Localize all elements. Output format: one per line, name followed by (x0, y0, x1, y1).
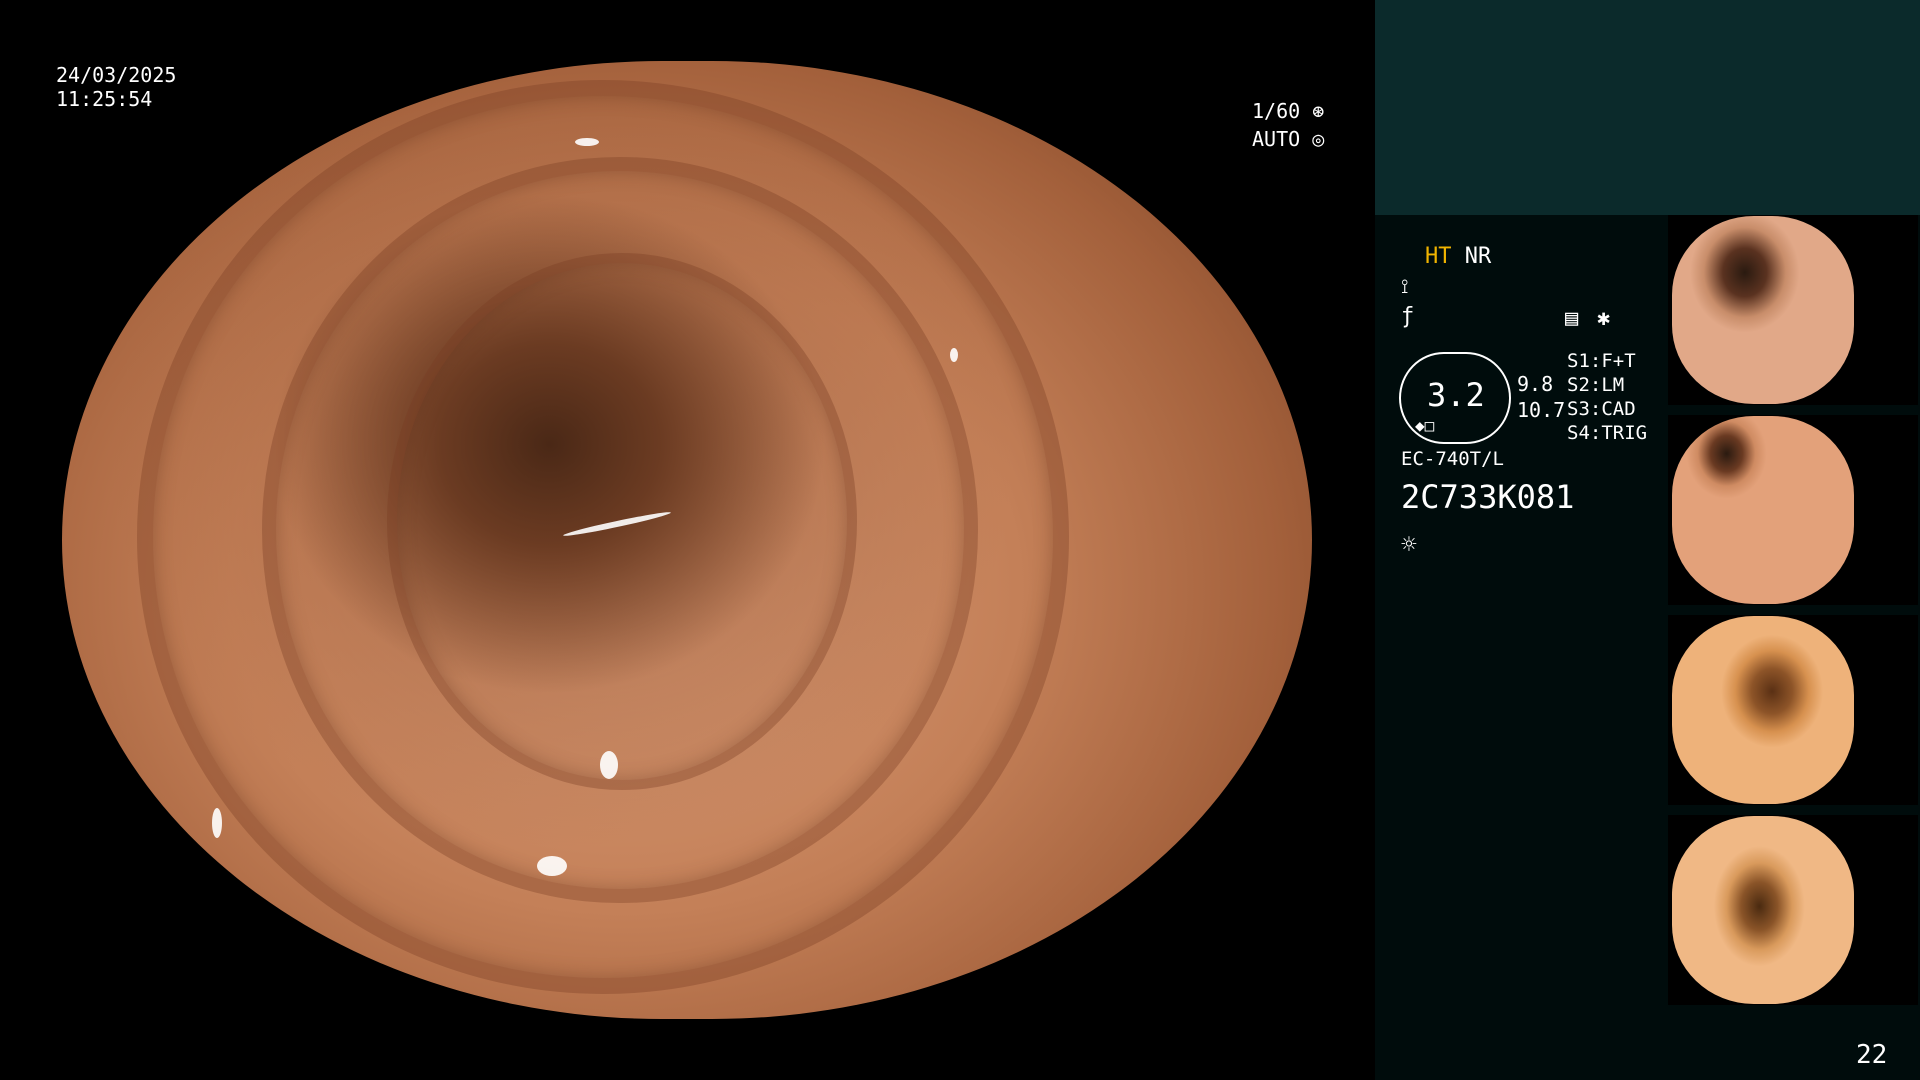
switch-s2: S2:LM (1567, 374, 1625, 396)
thumbnail-1[interactable] (1672, 216, 1854, 404)
iris-value: AUTO (1252, 127, 1301, 151)
light-reflection (949, 348, 958, 363)
switch-s1: S1:F+T (1567, 350, 1636, 372)
endoscopy-image (62, 61, 1312, 1019)
settings-icon: ▤ (1565, 306, 1579, 331)
light-reflection (599, 750, 618, 779)
thumbnail-2[interactable] (1672, 416, 1854, 604)
page-number: 22 (1856, 1040, 1888, 1070)
shutter-icon: ⊛ (1312, 99, 1325, 123)
scope-model: EC-740T/L (1401, 448, 1504, 470)
light-reflection (537, 856, 567, 877)
thumbnail-3[interactable] (1672, 616, 1854, 804)
switch-s4: S4:TRIG (1567, 422, 1648, 444)
enhancement-value: 3.2 (1427, 376, 1485, 414)
scope-serial: 2C733K081 (1401, 478, 1575, 516)
light-reflection (574, 137, 599, 146)
mode-indicators: HT NR (1425, 244, 1491, 269)
curve-icon: ƒ (1401, 304, 1415, 329)
thumbnail-4[interactable] (1672, 816, 1854, 1004)
iris-icon: ◎ (1312, 127, 1325, 151)
light-reflection (212, 808, 222, 839)
ht-indicator: HT (1425, 244, 1452, 269)
side-panel-header (1375, 0, 1920, 215)
date-label: 24/03/2025 (56, 63, 177, 87)
nr-indicator: NR (1464, 244, 1492, 269)
shutter-value: 1/60 (1252, 99, 1301, 123)
wave-icon: ⟟ (1401, 274, 1409, 298)
mucosal-fold (137, 80, 1069, 994)
switch-s3: S3:CAD (1567, 398, 1636, 420)
enhancement-b: 10.7 (1517, 398, 1566, 422)
iris-label: AUTO ◎ (1252, 128, 1324, 151)
light-icon: ☼ (1401, 530, 1417, 560)
enhancement-a: 9.8 (1517, 372, 1554, 396)
shutter-label: 1/60 ⊛ (1252, 100, 1324, 123)
asterisk-icon: ✱ (1597, 306, 1611, 331)
time-label: 11:25:54 (56, 87, 153, 111)
gauge-marker-icon: ◆□ (1415, 416, 1435, 435)
